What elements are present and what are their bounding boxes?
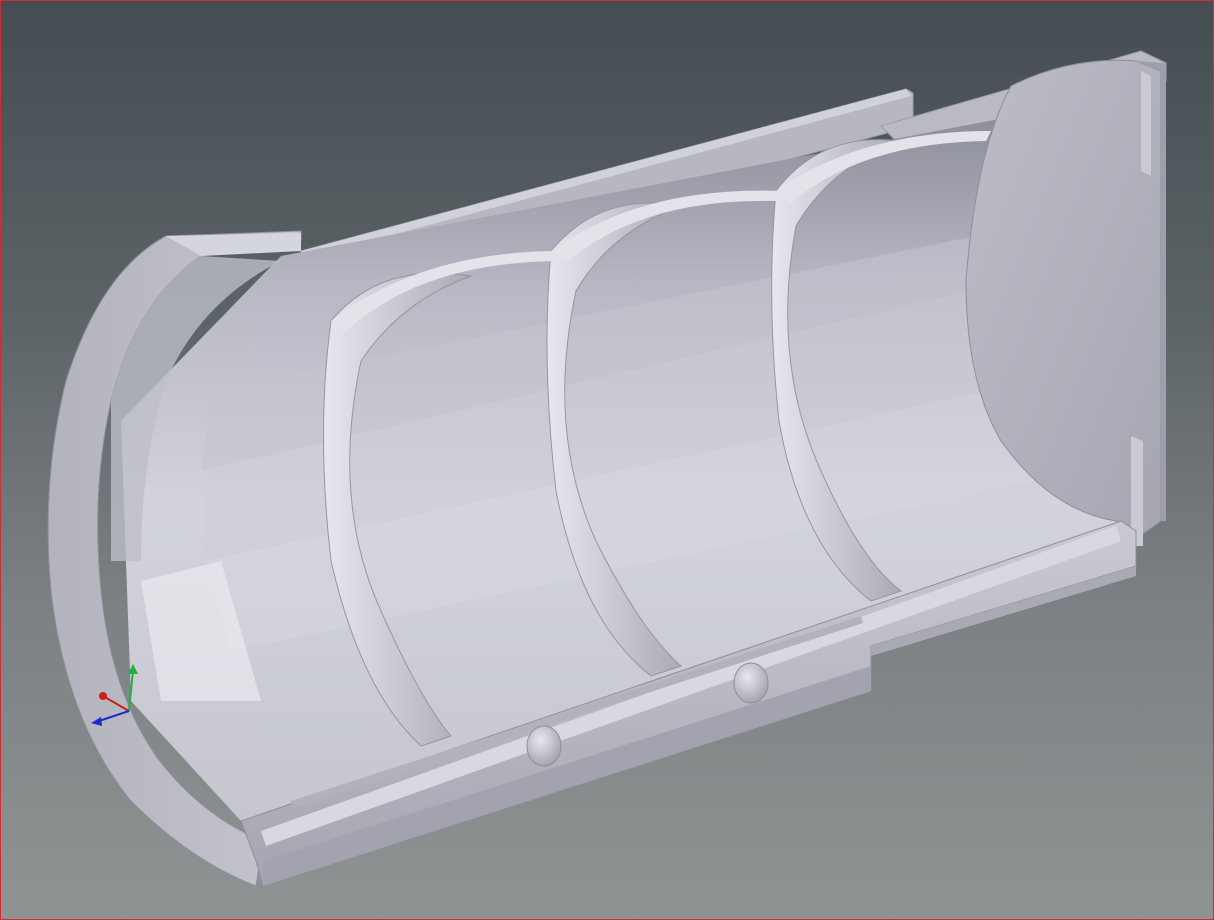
x-axis-dot-icon [99, 692, 107, 700]
axis-triad [91, 664, 138, 726]
cad-3d-viewport[interactable] [0, 0, 1214, 920]
z-axis-line [98, 710, 130, 722]
z-axis-arrow-icon [91, 717, 102, 726]
y-axis-arrow-icon [128, 664, 138, 674]
y-axis-line [128, 669, 134, 712]
cad-model[interactable] [1, 1, 1214, 920]
x-axis-line [102, 695, 130, 712]
